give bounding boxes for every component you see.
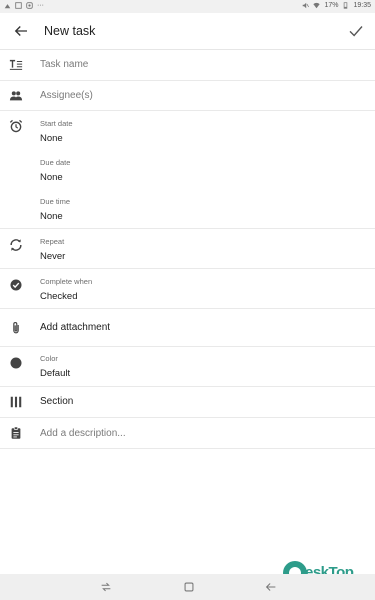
mute-icon xyxy=(303,2,310,9)
task-name-input[interactable]: Task name xyxy=(40,59,88,70)
color-row[interactable]: Color Default xyxy=(0,347,375,387)
due-time-label: Due time xyxy=(40,197,71,206)
color-value[interactable]: Default xyxy=(40,368,70,379)
wifi-icon xyxy=(313,2,321,9)
alarm-clock-icon xyxy=(9,119,23,133)
assignee-input[interactable]: Assignee(s) xyxy=(40,90,93,101)
dates-group: Start date None Due date None Due time N… xyxy=(0,111,375,229)
start-date-label: Start date xyxy=(40,119,73,128)
people-icon xyxy=(9,91,23,101)
repeat-label: Repeat xyxy=(40,237,65,246)
system-back-icon[interactable] xyxy=(264,580,278,594)
status-bar: ··· 17% 19:35 xyxy=(0,0,375,13)
gallery-notification-icon xyxy=(15,2,22,9)
clock: 19:35 xyxy=(353,2,371,9)
color-label: Color xyxy=(40,354,58,363)
home-icon[interactable] xyxy=(182,580,196,594)
page-title: New task xyxy=(44,24,96,38)
repeat-icon xyxy=(10,239,22,251)
check-circle-icon xyxy=(10,279,22,291)
battery-percent: 17% xyxy=(324,2,339,9)
image-notification-icon xyxy=(4,4,11,9)
description-input[interactable]: Add a description... xyxy=(40,428,126,439)
repeat-row[interactable]: Repeat Never xyxy=(0,229,375,269)
more-notifications: ··· xyxy=(37,2,44,9)
section-button[interactable]: Section xyxy=(40,396,73,407)
complete-when-value[interactable]: Checked xyxy=(40,291,78,302)
recent-apps-icon[interactable] xyxy=(99,580,113,594)
section-row[interactable]: Section xyxy=(0,387,375,418)
status-bar-right: 17% 19:35 xyxy=(302,2,371,9)
system-navigation-bar xyxy=(0,574,375,600)
due-date-label: Due date xyxy=(40,158,71,167)
text-format-icon xyxy=(9,59,23,70)
status-bar-left: ··· xyxy=(4,2,44,9)
color-circle-icon xyxy=(10,357,22,369)
app-bar: New task xyxy=(0,13,375,50)
assignee-row[interactable]: Assignee(s) xyxy=(0,81,375,111)
save-check-icon[interactable] xyxy=(347,22,365,40)
back-arrow-icon[interactable] xyxy=(12,22,30,40)
repeat-value[interactable]: Never xyxy=(40,251,65,262)
complete-when-row[interactable]: Complete when Checked xyxy=(0,269,375,309)
paperclip-icon xyxy=(13,322,19,334)
attachment-row[interactable]: Add attachment xyxy=(0,309,375,347)
task-name-row[interactable]: Task name xyxy=(0,50,375,81)
due-time-value[interactable]: None xyxy=(40,211,63,222)
clipboard-icon xyxy=(11,426,21,439)
start-date-value[interactable]: None xyxy=(40,133,63,144)
add-attachment-button[interactable]: Add attachment xyxy=(40,322,110,333)
due-date-value[interactable]: None xyxy=(40,172,63,183)
app-notification-icon xyxy=(26,2,33,9)
description-row[interactable]: Add a description... xyxy=(0,418,375,449)
complete-when-label: Complete when xyxy=(40,277,93,286)
battery-icon xyxy=(344,2,348,9)
section-columns-icon xyxy=(10,396,22,408)
